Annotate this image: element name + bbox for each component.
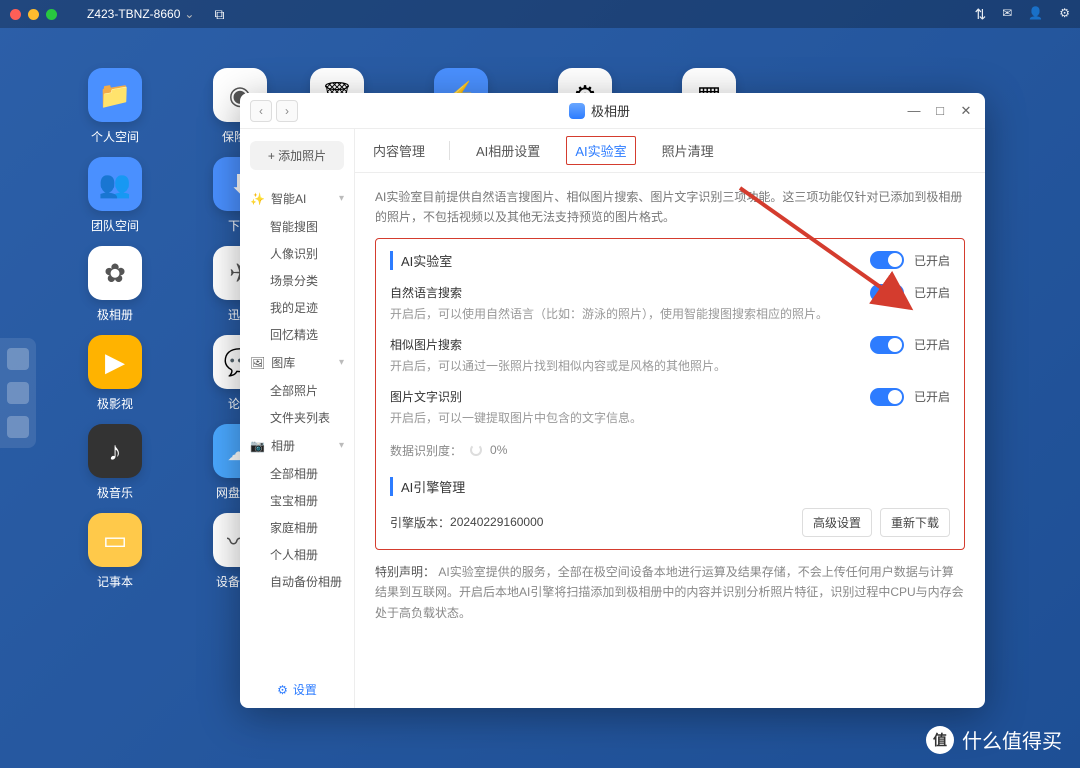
feature-row: 自然语言搜索开启后，可以使用自然语言（比如：游泳的照片），使用智能搜图搜索相应的… [390, 284, 950, 322]
feature-title: 图片文字识别 [390, 388, 870, 405]
system-topbar: Z423-TBNZ-8660 ⌄ ⧉ ⇅ ✉ 👤 ⚙ [0, 0, 1080, 28]
intro-text: AI实验室目前提供自然语言搜图片、相似图片搜索、图片文字识别三项功能。这三项功能… [375, 187, 965, 228]
watermark: 值 什么值得买 [926, 725, 1062, 754]
settings-button[interactable]: ⚙ 设置 [240, 671, 354, 708]
sidebar-item[interactable]: 自动备份相册 [250, 568, 344, 595]
sidebar-item[interactable]: 个人相册 [250, 541, 344, 568]
desktop-app-icon[interactable]: 📁个人空间 [70, 68, 160, 145]
tab[interactable]: 内容管理 [371, 141, 450, 160]
sidebar-item[interactable]: 我的足迹 [250, 294, 344, 321]
sidebar-group-header[interactable]: 🖼图库▾ [250, 348, 344, 377]
status-label: 已开启 [914, 388, 950, 405]
desktop-app-icon[interactable]: ♪极音乐 [70, 424, 160, 501]
dock [0, 338, 36, 448]
sidebar-item[interactable]: 全部相册 [250, 460, 344, 487]
app-icon [569, 103, 585, 119]
group-icon: ✨ [250, 192, 265, 206]
feature-row: 图片文字识别开启后，可以一键提取图片中包含的文字信息。 已开启 [390, 388, 950, 426]
chevron-down-icon: ▾ [339, 440, 344, 451]
engine-version: 20240229160000 [450, 515, 543, 529]
redownload-button[interactable]: 重新下载 [880, 508, 950, 537]
tabs: 内容管理 AI相册设置 AI实验室 照片清理 [355, 129, 985, 173]
desktop: 📁个人空间👥团队空间✿极相册▶极影视♪极音乐▭记事本 ◉保险箱⬇下载✈迅雷💬论坛… [0, 28, 1080, 768]
content-area: 内容管理 AI相册设置 AI实验室 照片清理 AI实验室目前提供自然语言搜图片、相似图… [355, 129, 985, 708]
progress-row: 数据识别度： 0% [390, 442, 950, 459]
sidebar-item[interactable]: 场景分类 [250, 267, 344, 294]
desktop-app-icon[interactable]: 👥团队空间 [70, 157, 160, 234]
close-button[interactable]: ✕ [957, 103, 975, 119]
feature-desc: 开启后，可以一键提取图片中包含的文字信息。 [390, 409, 870, 426]
ai-lab-section: AI实验室 已开启 自然语言搜索开启后，可以使用自然语言（比如：游泳的照片），使… [375, 238, 965, 550]
section-title: AI引擎管理 [401, 477, 465, 496]
sidebar-item[interactable]: 全部照片 [250, 377, 344, 404]
dock-item[interactable] [7, 348, 29, 370]
desktop-app-icon[interactable]: ▶极影视 [70, 335, 160, 412]
gear-icon[interactable]: ⚙ [1059, 6, 1070, 23]
sidebar-group-header[interactable]: 📷相册▾ [250, 431, 344, 460]
wifi-icon[interactable]: ⧉ [214, 6, 224, 23]
titlebar: ‹ › 极相册 — □ ✕ [240, 93, 985, 129]
sidebar-item[interactable]: 人像识别 [250, 240, 344, 267]
group-icon: 📷 [250, 439, 265, 453]
dock-item[interactable] [7, 416, 29, 438]
maximize-button[interactable]: □ [931, 103, 949, 118]
add-photo-button[interactable]: + 添加照片 [250, 141, 344, 170]
transfer-icon[interactable]: ⇅ [974, 6, 986, 23]
tab[interactable]: AI实验室 [566, 136, 635, 165]
feature-toggle[interactable] [870, 336, 904, 354]
app-window: ‹ › 极相册 — □ ✕ + 添加照片 ✨智能AI▾智能搜图人像识别场景分类我… [240, 93, 985, 708]
chevron-down-icon: ▾ [339, 357, 344, 368]
user-icon[interactable]: 👤 [1028, 6, 1043, 23]
sidebar-item[interactable]: 家庭相册 [250, 514, 344, 541]
group-icon: 🖼 [250, 356, 265, 370]
sidebar-item[interactable]: 文件夹列表 [250, 404, 344, 431]
feature-desc: 开启后，可以使用自然语言（比如：游泳的照片），使用智能搜图搜索相应的照片。 [390, 305, 870, 322]
status-label: 已开启 [914, 252, 950, 269]
sidebar-item[interactable]: 智能搜图 [250, 213, 344, 240]
forward-button[interactable]: › [276, 100, 298, 122]
disclaimer: 特别声明： AI实验室提供的服务，全部在极空间设备本地进行运算及结果存储，不会上… [375, 562, 965, 623]
traffic-lights[interactable] [10, 9, 57, 20]
section-title: AI实验室 [401, 251, 452, 270]
watermark-icon: 值 [926, 726, 954, 754]
sidebar-item[interactable]: 宝宝相册 [250, 487, 344, 514]
feature-desc: 开启后，可以通过一张照片找到相似内容或是风格的其他照片。 [390, 357, 870, 374]
device-name[interactable]: Z423-TBNZ-8660 [87, 7, 180, 21]
chevron-down-icon[interactable]: ⌄ [184, 7, 194, 21]
window-title: 极相册 [591, 101, 630, 120]
desktop-app-icon[interactable]: ✿极相册 [70, 246, 160, 323]
feature-toggle[interactable] [870, 388, 904, 406]
desktop-app-icon[interactable]: ▭记事本 [70, 513, 160, 590]
feature-row: 相似图片搜索开启后，可以通过一张照片找到相似内容或是风格的其他照片。 已开启 [390, 336, 950, 374]
sidebar: + 添加照片 ✨智能AI▾智能搜图人像识别场景分类我的足迹回忆精选🖼图库▾全部照… [240, 129, 355, 708]
back-button[interactable]: ‹ [250, 100, 272, 122]
feature-title: 自然语言搜索 [390, 284, 870, 301]
tab[interactable]: AI相册设置 [474, 141, 542, 160]
chevron-down-icon: ▾ [339, 193, 344, 204]
mail-icon[interactable]: ✉ [1002, 6, 1012, 23]
sidebar-item[interactable]: 回忆精选 [250, 321, 344, 348]
status-label: 已开启 [914, 284, 950, 301]
advanced-settings-button[interactable]: 高级设置 [802, 508, 872, 537]
feature-title: 相似图片搜索 [390, 336, 870, 353]
feature-toggle[interactable] [870, 284, 904, 302]
lab-master-toggle[interactable] [870, 251, 904, 269]
sidebar-group-header[interactable]: ✨智能AI▾ [250, 184, 344, 213]
tab[interactable]: 照片清理 [660, 141, 716, 160]
dock-item[interactable] [7, 382, 29, 404]
minimize-button[interactable]: — [905, 103, 923, 118]
spinner-icon [470, 444, 482, 456]
gear-icon: ⚙ [277, 683, 288, 697]
status-label: 已开启 [914, 336, 950, 353]
